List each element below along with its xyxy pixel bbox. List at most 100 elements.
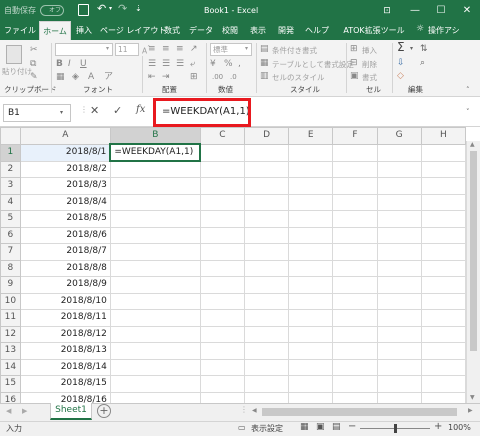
comma-icon[interactable]: , xyxy=(238,58,241,71)
cell-e7[interactable] xyxy=(288,243,334,261)
display-settings-button[interactable]: 表示設定 xyxy=(251,423,283,434)
tab-formulas[interactable]: 数式 xyxy=(160,21,184,40)
name-box-dropdown-icon[interactable]: ▾ xyxy=(60,109,63,116)
cell-f7[interactable] xyxy=(332,243,378,261)
cell-a13[interactable]: 2018/8/13 xyxy=(19,342,111,360)
row-header[interactable]: 4 xyxy=(0,193,21,211)
row-header[interactable]: 3 xyxy=(0,177,21,195)
cell-g4[interactable] xyxy=(376,193,422,211)
zoom-in-button[interactable]: + xyxy=(434,421,442,432)
phonetic-icon[interactable]: ア xyxy=(104,71,113,84)
cell-b8[interactable] xyxy=(109,259,201,277)
row-header[interactable]: 5 xyxy=(0,210,21,228)
cell-c3[interactable] xyxy=(199,177,245,195)
cell-e11[interactable] xyxy=(288,309,334,327)
cell-styles-icon[interactable]: ▥ xyxy=(260,70,269,83)
conditional-format-icon[interactable]: ▤ xyxy=(260,43,269,56)
cell-h1[interactable] xyxy=(420,143,466,162)
zoom-slider-thumb[interactable] xyxy=(394,424,397,433)
column-header-a[interactable]: A xyxy=(19,127,111,145)
delete-cells-icon[interactable]: ⊟ xyxy=(350,57,358,70)
cell-table[interactable]: A B C D E F G H 1 2018/8/1 =WEEKDAY(A1,1) 2 2018/8/2… xyxy=(0,127,466,403)
cell-d15[interactable] xyxy=(243,375,290,393)
cell-f15[interactable] xyxy=(332,375,378,393)
cell-styles-button[interactable]: セルのスタイル xyxy=(272,72,325,83)
align-middle-icon[interactable]: ≡ xyxy=(162,43,170,56)
cell-h6[interactable] xyxy=(420,226,466,244)
zoom-level[interactable]: 100% xyxy=(448,423,471,432)
insert-function-button[interactable]: fx xyxy=(136,104,145,115)
cell-f13[interactable] xyxy=(332,342,378,360)
cell-h5[interactable] xyxy=(420,210,466,228)
cell-h16[interactable] xyxy=(420,391,466,403)
cell-c16[interactable] xyxy=(199,391,245,403)
align-center-icon[interactable]: ☰ xyxy=(162,58,170,71)
clear-icon[interactable]: ◇ xyxy=(397,70,404,83)
tab-atok[interactable]: ATOK拡張ツール xyxy=(336,21,412,40)
cell-h11[interactable] xyxy=(420,309,466,327)
cell-g8[interactable] xyxy=(376,259,422,277)
cell-c4[interactable] xyxy=(199,193,245,211)
format-painter-icon[interactable]: ✎ xyxy=(30,71,38,84)
tab-file[interactable]: ファイル xyxy=(2,21,38,40)
decrease-indent-icon[interactable]: ⇤ xyxy=(148,71,156,84)
merge-center-icon[interactable]: ⊞ xyxy=(190,71,198,84)
tell-me-box[interactable]: 操作アシ xyxy=(428,21,478,40)
cell-f1[interactable] xyxy=(332,143,378,162)
cell-c8[interactable] xyxy=(199,259,245,277)
cell-g7[interactable] xyxy=(376,243,422,261)
cell-f4[interactable] xyxy=(332,193,378,211)
tab-view[interactable]: 表示 xyxy=(246,21,270,40)
undo-icon[interactable]: ↶ xyxy=(97,2,106,15)
column-header-h[interactable]: H xyxy=(420,127,466,145)
tab-home[interactable]: ホーム xyxy=(39,21,71,40)
minimize-icon[interactable]: — xyxy=(402,0,428,21)
align-top-icon[interactable]: ≡ xyxy=(148,43,156,56)
row-header[interactable]: 13 xyxy=(0,342,21,360)
row-header[interactable]: 10 xyxy=(0,292,21,310)
clipboard-launcher-icon[interactable]: ⌟ xyxy=(40,86,43,93)
cell-b10[interactable] xyxy=(109,292,201,310)
close-icon[interactable]: ✕ xyxy=(454,0,480,21)
cell-e4[interactable] xyxy=(288,193,334,211)
cell-e1[interactable] xyxy=(288,143,334,162)
page-break-view-icon[interactable]: ▤ xyxy=(332,422,341,432)
autosave-toggle[interactable]: オフ xyxy=(40,5,64,16)
scroll-right-icon[interactable]: ▶ xyxy=(468,407,473,414)
redo-icon[interactable]: ↷ xyxy=(118,2,127,15)
tab-data[interactable]: データ xyxy=(188,21,214,40)
cell-f8[interactable] xyxy=(332,259,378,277)
cell-h15[interactable] xyxy=(420,375,466,393)
cell-d8[interactable] xyxy=(243,259,290,277)
bold-icon[interactable]: B xyxy=(56,58,63,71)
row-header[interactable]: 1 xyxy=(0,143,21,162)
italic-icon[interactable]: I xyxy=(68,58,71,71)
align-right-icon[interactable]: ☰ xyxy=(176,58,184,71)
cell-a15[interactable]: 2018/8/15 xyxy=(19,375,111,393)
wrap-text-icon[interactable]: ⤶ xyxy=(190,58,195,71)
cell-b12[interactable] xyxy=(109,325,201,343)
expand-formula-bar-icon[interactable]: ˅ xyxy=(466,108,470,116)
cell-g1[interactable] xyxy=(376,143,422,162)
row-header[interactable]: 8 xyxy=(0,259,21,277)
cell-e2[interactable] xyxy=(288,160,334,178)
column-header-d[interactable]: D xyxy=(243,127,290,145)
find-icon[interactable]: ⌕ xyxy=(420,57,425,70)
increase-indent-icon[interactable]: ⇥ xyxy=(162,71,170,84)
cell-b9[interactable] xyxy=(109,276,201,294)
cell-f9[interactable] xyxy=(332,276,378,294)
format-button[interactable]: 書式 xyxy=(362,72,377,83)
cell-g10[interactable] xyxy=(376,292,422,310)
cell-c10[interactable] xyxy=(199,292,245,310)
cell-a7[interactable]: 2018/8/7 xyxy=(19,243,111,261)
underline-icon[interactable]: U xyxy=(80,58,87,71)
cell-b2[interactable] xyxy=(109,160,201,178)
clipboard-icon[interactable] xyxy=(6,45,22,64)
cell-c1[interactable] xyxy=(199,143,245,162)
font-size-field[interactable]: 11 xyxy=(115,43,139,56)
align-bottom-icon[interactable]: ≡ xyxy=(176,43,184,56)
zoom-out-button[interactable]: − xyxy=(348,421,356,432)
cell-h7[interactable] xyxy=(420,243,466,261)
vertical-scrollbar[interactable]: ▲ ▼ xyxy=(466,141,480,403)
cell-h13[interactable] xyxy=(420,342,466,360)
